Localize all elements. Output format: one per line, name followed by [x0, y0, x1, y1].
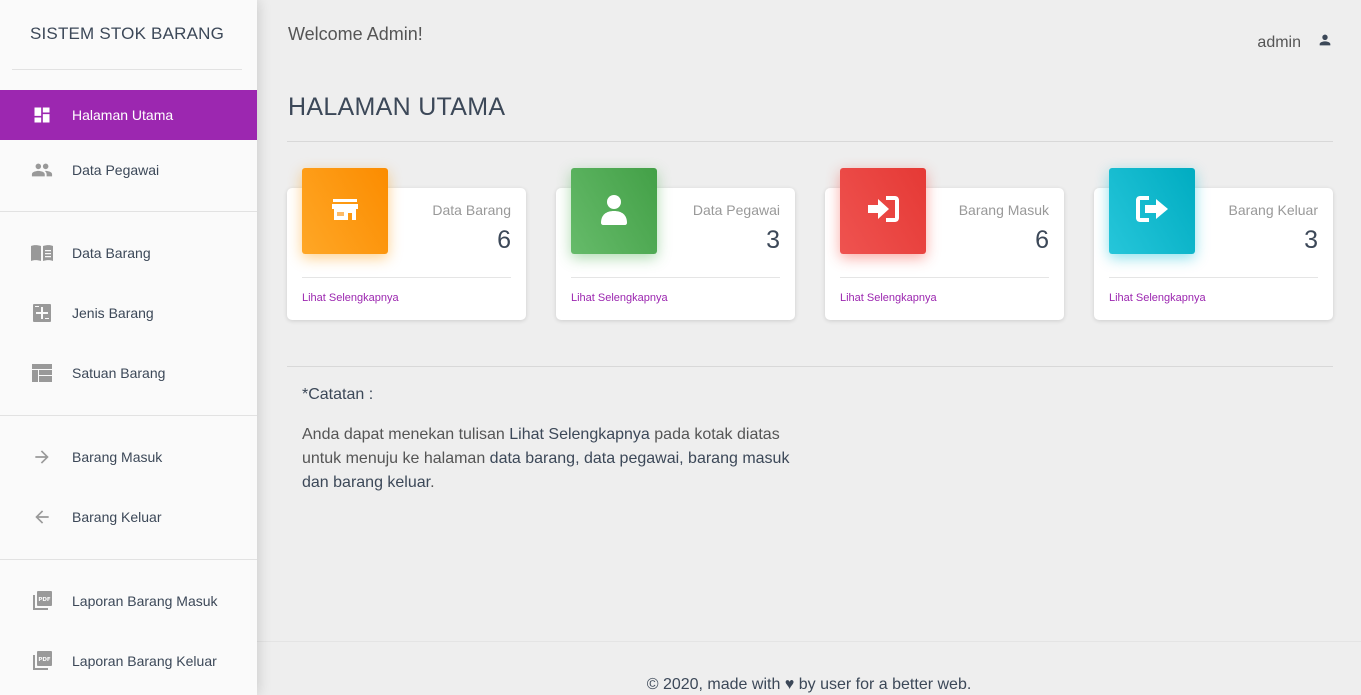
- note-heading: *Catatan :: [302, 386, 374, 403]
- sidebar-item-label: Satuan Barang: [72, 365, 166, 381]
- sidebar-item-label: Jenis Barang: [72, 305, 154, 321]
- card-title: Data Pegawai: [692, 202, 780, 218]
- nav-group-main: Halaman Utama Data Pegawai: [0, 70, 257, 212]
- sidebar-item-label: Laporan Barang Masuk: [72, 593, 218, 609]
- card-barang-masuk: Barang Masuk 6 Lihat Selengkapnya: [825, 168, 1064, 320]
- sidebar-item-barang-keluar[interactable]: Barang Keluar: [0, 487, 257, 547]
- sidebar-item-laporan-barang-masuk[interactable]: PDF Laporan Barang Masuk: [0, 571, 257, 631]
- nav-group-transaksi: Barang Masuk Barang Keluar: [0, 416, 257, 560]
- nav-group-master: Data Barang Jenis Barang Satuan Barang: [0, 212, 257, 416]
- sidebar-item-satuan-barang[interactable]: Satuan Barang: [0, 343, 257, 403]
- card-value: 3: [766, 226, 780, 254]
- note-text: Anda dapat menekan tulisan Lihat Selengk…: [302, 423, 802, 495]
- sidebar-item-label: Barang Keluar: [72, 509, 162, 525]
- card-link[interactable]: Lihat Selengkapnya: [571, 292, 668, 304]
- brand[interactable]: SISTEM STOK BARANG: [12, 0, 242, 70]
- divider: [287, 141, 1333, 142]
- svg-text:PDF: PDF: [38, 597, 51, 603]
- brand-title: SISTEM STOK BARANG: [29, 23, 225, 43]
- note-text-part: Anda dapat menekan tulisan: [302, 426, 510, 443]
- sidebar-item-halaman-utama[interactable]: Halaman Utama: [0, 90, 257, 140]
- sign-out-icon: [1135, 195, 1169, 228]
- card-value: 6: [497, 226, 511, 254]
- sidebar-item-data-barang[interactable]: Data Barang: [0, 223, 257, 283]
- card-data-barang: Data Barang 6 Lihat Selengkapnya: [287, 168, 526, 320]
- store-icon: [331, 197, 359, 226]
- person-icon[interactable]: [1317, 32, 1333, 53]
- book-icon: [30, 241, 54, 265]
- card-value: 6: [1035, 226, 1049, 254]
- sidebar-item-data-pegawai[interactable]: Data Pegawai: [0, 140, 257, 200]
- card-link[interactable]: Lihat Selengkapnya: [302, 292, 399, 304]
- sidebar: SISTEM STOK BARANG Halaman Utama Data Pe…: [0, 0, 257, 695]
- card-divider: [1109, 277, 1318, 278]
- username[interactable]: admin: [1257, 34, 1301, 52]
- svg-text:PDF: PDF: [38, 657, 51, 663]
- footer-prefix: © 2020, made with: [646, 676, 781, 693]
- person-icon: [599, 193, 629, 230]
- card-barang-keluar: Barang Keluar 3 Lihat Selengkapnya: [1094, 168, 1333, 320]
- card-icon-box: [571, 168, 657, 254]
- card-icon-box: [840, 168, 926, 254]
- arrow-left-icon: [30, 505, 54, 529]
- pdf-icon: PDF: [30, 589, 54, 613]
- card-title: Barang Masuk: [958, 202, 1049, 218]
- sidebar-item-laporan-barang-keluar[interactable]: PDF Laporan Barang Keluar: [0, 631, 257, 691]
- card-divider: [302, 277, 511, 278]
- sidebar-item-label: Laporan Barang Keluar: [72, 653, 217, 669]
- card-divider: [571, 277, 780, 278]
- sidebar-item-barang-masuk[interactable]: Barang Masuk: [0, 427, 257, 487]
- card-icon-box: [1109, 168, 1195, 254]
- sign-in-icon: [866, 195, 900, 228]
- footer-suffix: by user for a better web.: [798, 676, 972, 693]
- sidebar-item-label: Halaman Utama: [72, 107, 174, 123]
- nav-group-laporan: PDF Laporan Barang Masuk PDF Laporan Bar…: [0, 560, 257, 691]
- sidebar-item-jenis-barang[interactable]: Jenis Barang: [0, 283, 257, 343]
- card-title: Barang Keluar: [1228, 202, 1318, 218]
- sidebar-item-label: Data Barang: [72, 245, 151, 261]
- people-icon: [30, 158, 54, 182]
- card-link[interactable]: Lihat Selengkapnya: [840, 292, 937, 304]
- pdf-icon: PDF: [30, 649, 54, 673]
- divider: [287, 366, 1333, 367]
- note-bold-part: Lihat Selengkapnya: [509, 426, 650, 443]
- footer: © 2020, made with ♥ by user for a better…: [257, 676, 1361, 694]
- card-icon-box: [302, 168, 388, 254]
- dashboard-icon: [30, 103, 54, 127]
- footer-divider: [257, 641, 1361, 642]
- user-menu[interactable]: admin: [1257, 32, 1333, 53]
- category-icon: [30, 301, 54, 325]
- main-panel: Welcome Admin! admin HALAMAN UTAMA Data …: [257, 0, 1361, 695]
- card-link[interactable]: Lihat Selengkapnya: [1109, 292, 1206, 304]
- card-divider: [840, 277, 1049, 278]
- table-icon: [30, 361, 54, 385]
- sidebar-item-label: Barang Masuk: [72, 449, 163, 465]
- card-data-pegawai: Data Pegawai 3 Lihat Selengkapnya: [556, 168, 795, 320]
- card-value: 3: [1304, 226, 1318, 254]
- welcome-text: Welcome Admin!: [288, 24, 423, 44]
- card-title: Data Barang: [432, 202, 511, 218]
- arrow-right-icon: [30, 445, 54, 469]
- note-text-part: .: [430, 474, 435, 491]
- sidebar-item-label: Data Pegawai: [72, 162, 160, 178]
- page-title: HALAMAN UTAMA: [288, 93, 506, 121]
- heart-icon: ♥: [784, 676, 795, 693]
